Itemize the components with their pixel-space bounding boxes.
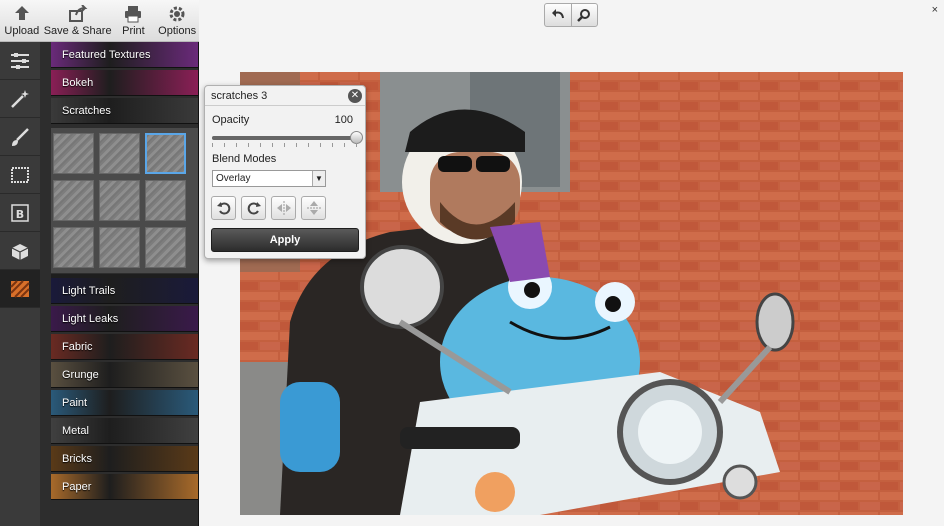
gear-icon	[169, 6, 185, 22]
texture-category-featured-textures[interactable]: Featured Textures	[51, 42, 198, 68]
history-zoom-controls	[544, 3, 598, 27]
texture-category-metal[interactable]: Metal	[51, 418, 198, 444]
flip-horizontal-icon	[276, 201, 291, 215]
text-tool[interactable]: B	[0, 194, 40, 232]
texture-category-light-trails[interactable]: Light Trails	[51, 278, 198, 304]
popup-header: scratches 3 ✕	[205, 86, 365, 106]
options-button[interactable]: Options	[155, 0, 199, 41]
sticker-box-icon	[11, 243, 29, 260]
upload-label: Upload	[4, 25, 40, 37]
flip-vertical-button[interactable]	[301, 196, 326, 220]
flip-horizontal-button[interactable]	[271, 196, 296, 220]
scratches-thumbnail-grid	[51, 128, 198, 273]
save-share-button[interactable]: Save & Share	[44, 0, 112, 41]
texture-category-scratches[interactable]: Scratches	[51, 98, 198, 124]
adjustments-tool[interactable]	[0, 42, 40, 80]
zoom-button[interactable]	[570, 4, 598, 26]
opacity-slider[interactable]	[212, 131, 363, 144]
chevron-down-icon: ▼	[312, 171, 325, 186]
undo-icon	[551, 9, 564, 19]
blend-mode-select[interactable]: Overlay ▼	[212, 170, 326, 187]
options-label: Options	[158, 25, 197, 37]
flip-vertical-icon	[306, 201, 321, 215]
rotate-left-icon	[216, 202, 230, 215]
close-editor-button[interactable]: ×	[932, 4, 938, 16]
texture-category-bokeh[interactable]: Bokeh	[51, 70, 198, 96]
texture-category-fabric[interactable]: Fabric	[51, 334, 198, 360]
magnifier-icon	[577, 9, 591, 22]
textures-icon	[10, 279, 30, 298]
frame-icon	[11, 166, 29, 183]
texture-settings-popup: scratches 3 ✕ Opacity 100 Blend Modes Ov…	[204, 85, 366, 259]
texture-category-paper[interactable]: Paper	[51, 474, 198, 500]
print-button[interactable]: Print	[112, 0, 156, 41]
texture-category-paint[interactable]: Paint	[51, 390, 198, 416]
rotate-right-icon	[247, 202, 261, 215]
rotate-left-button[interactable]	[211, 196, 236, 220]
opacity-label: Opacity	[212, 114, 250, 126]
upload-button[interactable]: Upload	[0, 0, 44, 41]
printer-icon	[125, 6, 142, 23]
text-b-icon: B	[11, 203, 29, 222]
scratches-thumb-8[interactable]	[99, 227, 140, 268]
undo-button[interactable]	[545, 4, 571, 26]
blend-mode-value: Overlay	[216, 173, 251, 184]
scratches-thumb-1[interactable]	[53, 133, 94, 174]
top-toolbar: Upload Save & Share Print Options	[0, 0, 199, 42]
scratches-thumb-5[interactable]	[99, 180, 140, 221]
texture-category-bricks[interactable]: Bricks	[51, 446, 198, 472]
adjustments-sliders-icon	[11, 52, 29, 69]
tool-rail: B	[0, 42, 40, 526]
scratches-thumb-7[interactable]	[53, 227, 94, 268]
print-label: Print	[122, 25, 145, 37]
opacity-value: 100	[334, 114, 353, 126]
popup-close-button[interactable]: ✕	[348, 89, 362, 103]
scratches-thumb-4[interactable]	[53, 180, 94, 221]
effects-tool[interactable]	[0, 80, 40, 118]
stickers-tool[interactable]	[0, 232, 40, 270]
paintbrush-icon	[12, 127, 29, 146]
scratches-thumb-2[interactable]	[99, 133, 140, 174]
save-share-label: Save & Share	[43, 25, 112, 37]
brush-tool[interactable]	[0, 118, 40, 156]
blend-modes-label: Blend Modes	[212, 153, 277, 165]
upload-arrow-icon	[14, 6, 29, 20]
scratches-thumb-9[interactable]	[145, 227, 186, 268]
apply-button[interactable]: Apply	[211, 228, 359, 252]
close-icon: ✕	[350, 90, 360, 101]
svg-text:B: B	[16, 208, 24, 221]
frames-tool[interactable]	[0, 156, 40, 194]
opacity-ticks	[212, 143, 357, 147]
scratches-thumb-3[interactable]	[145, 133, 186, 174]
texture-category-light-leaks[interactable]: Light Leaks	[51, 306, 198, 332]
scratches-thumb-6[interactable]	[145, 180, 186, 221]
opacity-slider-fill	[212, 136, 357, 140]
popup-title: scratches 3	[211, 90, 268, 102]
textures-panel: Featured Textures Bokeh Scratches Light Tr…	[40, 42, 199, 526]
texture-category-grunge[interactable]: Grunge	[51, 362, 198, 388]
textures-tool[interactable]	[0, 270, 40, 308]
magic-wand-icon	[11, 89, 29, 108]
rotate-right-button[interactable]	[241, 196, 266, 220]
share-icon	[68, 5, 88, 22]
